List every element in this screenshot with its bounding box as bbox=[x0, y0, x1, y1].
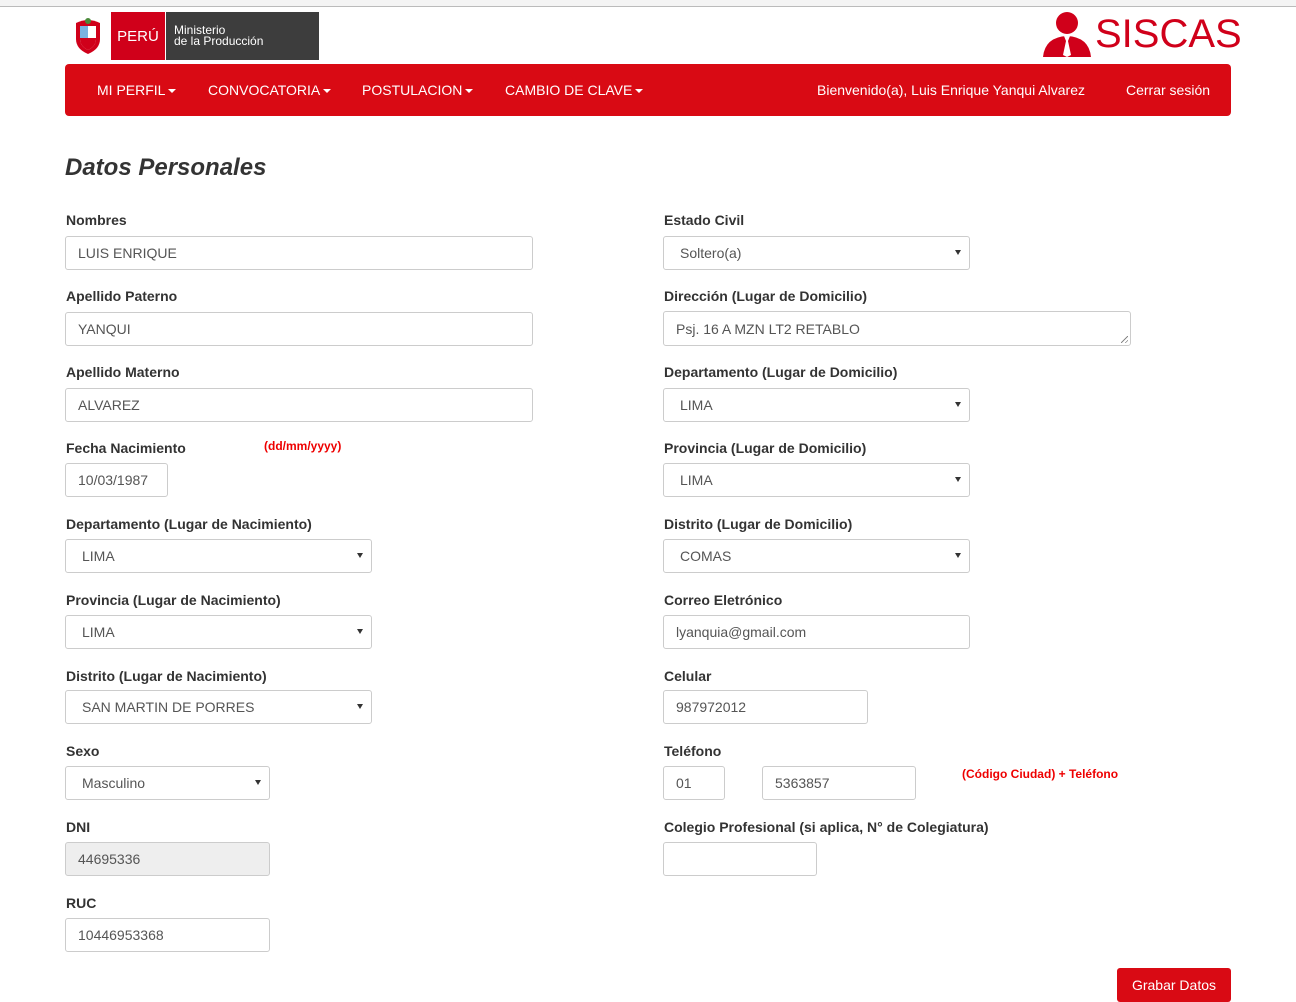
celular-input[interactable]: 987972012 bbox=[663, 690, 868, 724]
prov-nacimiento-value: LIMA bbox=[82, 624, 115, 640]
estado-civil-label: Estado Civil bbox=[664, 212, 745, 228]
telefono-format-hint: (Código Ciudad) + Teléfono bbox=[962, 767, 1119, 781]
ruc-label: RUC bbox=[66, 895, 97, 911]
celular-label: Celular bbox=[664, 668, 712, 684]
apellido-paterno-label: Apellido Paterno bbox=[66, 288, 178, 304]
telefono-number-input[interactable]: 5363857 bbox=[762, 766, 916, 800]
dep-nacimiento-select[interactable]: LIMA bbox=[65, 539, 372, 573]
correo-input[interactable]: lyanquia@gmail.com bbox=[663, 615, 970, 649]
siscas-title: SISCAS bbox=[1095, 11, 1242, 56]
direccion-textarea[interactable]: Psj. 16 A MZN LT2 RETABLO bbox=[663, 311, 1131, 346]
main-navbar: MI PERFIL CONVOCATORIA POSTULACION CAMBI… bbox=[65, 64, 1231, 116]
prov-domicilio-label: Provincia (Lugar de Domicilio) bbox=[664, 440, 867, 456]
dropdown-arrow-icon bbox=[357, 553, 363, 558]
user-silhouette-icon bbox=[1043, 12, 1091, 57]
prov-nacimiento-select[interactable]: LIMA bbox=[65, 615, 372, 649]
dist-domicilio-select[interactable]: COMAS bbox=[663, 539, 970, 573]
nav-cambio-de-clave-label: CAMBIO DE CLAVE bbox=[505, 82, 633, 98]
dropdown-arrow-icon bbox=[357, 704, 363, 709]
dist-domicilio-label: Distrito (Lugar de Domicilio) bbox=[664, 516, 853, 532]
caret-down-icon bbox=[465, 89, 474, 94]
nombres-label: Nombres bbox=[66, 212, 127, 228]
siscas-logo[interactable]: SISCAS bbox=[1041, 8, 1242, 60]
dist-domicilio-value: COMAS bbox=[680, 548, 732, 564]
sexo-value: Masculino bbox=[82, 775, 146, 791]
fecha-format-hint: (dd/mm/yyyy) bbox=[264, 439, 342, 453]
nav-cambio-de-clave[interactable]: CAMBIO DE CLAVE bbox=[505, 82, 644, 98]
dep-nacimiento-value: LIMA bbox=[82, 548, 115, 564]
nav-mi-perfil-label: MI PERFIL bbox=[97, 82, 166, 98]
direccion-label: Dirección (Lugar de Domicilio) bbox=[664, 288, 868, 304]
ministry-logo[interactable]: PERÚ Ministerio de la Producción bbox=[65, 12, 319, 60]
fecha-nacimiento-label: Fecha Nacimiento bbox=[66, 440, 186, 456]
dep-nacimiento-label: Departamento (Lugar de Nacimiento) bbox=[66, 516, 312, 532]
resize-handle-icon[interactable] bbox=[1121, 336, 1128, 343]
page-title: Datos Personales bbox=[65, 154, 267, 181]
dep-domicilio-select[interactable]: LIMA bbox=[663, 388, 970, 422]
apellido-paterno-input[interactable]: YANQUI bbox=[65, 312, 533, 346]
nav-logout[interactable]: Cerrar sesión bbox=[1126, 82, 1210, 98]
dep-domicilio-label: Departamento (Lugar de Domicilio) bbox=[664, 364, 898, 380]
dep-domicilio-value: LIMA bbox=[680, 397, 713, 413]
nav-postulacion[interactable]: POSTULACION bbox=[362, 82, 474, 98]
estado-civil-select[interactable]: Soltero(a) bbox=[663, 236, 970, 270]
estado-civil-value: Soltero(a) bbox=[680, 245, 742, 261]
apellido-materno-input[interactable]: ALVAREZ bbox=[65, 388, 533, 422]
nav-convocatoria-label: CONVOCATORIA bbox=[208, 82, 321, 98]
telefono-code-input[interactable]: 01 bbox=[663, 766, 725, 800]
grabar-datos-button[interactable]: Grabar Datos bbox=[1117, 968, 1231, 1002]
telefono-label: Teléfono bbox=[664, 743, 722, 759]
dropdown-arrow-icon bbox=[955, 553, 961, 558]
ministry-name: Ministerio de la Producción bbox=[165, 12, 319, 60]
caret-down-icon bbox=[635, 89, 644, 94]
dropdown-arrow-icon bbox=[255, 780, 261, 785]
coat-of-arms-icon bbox=[65, 12, 111, 60]
ruc-input[interactable]: 10446953368 bbox=[65, 918, 270, 952]
nav-welcome[interactable]: Bienvenido(a), Luis Enrique Yanqui Alvar… bbox=[817, 82, 1085, 98]
peru-label: PERÚ bbox=[111, 12, 165, 60]
sexo-label: Sexo bbox=[66, 743, 100, 759]
dropdown-arrow-icon bbox=[357, 629, 363, 634]
dist-nacimiento-value: SAN MARTIN DE PORRES bbox=[82, 699, 255, 715]
dropdown-arrow-icon bbox=[955, 477, 961, 482]
dropdown-arrow-icon bbox=[955, 250, 961, 255]
dist-nacimiento-label: Distrito (Lugar de Nacimiento) bbox=[66, 668, 267, 684]
fecha-nacimiento-input[interactable]: 10/03/1987 bbox=[65, 463, 168, 497]
browser-top-border bbox=[0, 0, 1296, 7]
caret-down-icon bbox=[323, 89, 332, 94]
dropdown-arrow-icon bbox=[955, 402, 961, 407]
dni-input: 44695336 bbox=[65, 842, 270, 876]
direccion-value: Psj. 16 A MZN LT2 RETABLO bbox=[676, 320, 860, 337]
prov-domicilio-value: LIMA bbox=[680, 472, 713, 488]
nombres-input[interactable]: LUIS ENRIQUE bbox=[65, 236, 533, 270]
caret-down-icon bbox=[168, 89, 177, 94]
sexo-select[interactable]: Masculino bbox=[65, 766, 270, 800]
nav-convocatoria[interactable]: CONVOCATORIA bbox=[208, 82, 332, 98]
prov-nacimiento-label: Provincia (Lugar de Nacimiento) bbox=[66, 592, 281, 608]
nav-postulacion-label: POSTULACION bbox=[362, 82, 463, 98]
ministry-line-2: de la Producción bbox=[174, 34, 264, 48]
apellido-materno-label: Apellido Materno bbox=[66, 364, 180, 380]
colegio-label: Colegio Profesional (si aplica, N° de Co… bbox=[664, 819, 989, 835]
prov-domicilio-select[interactable]: LIMA bbox=[663, 463, 970, 497]
nav-mi-perfil[interactable]: MI PERFIL bbox=[97, 82, 177, 98]
correo-label: Correo Eletrónico bbox=[664, 592, 783, 608]
colegio-input[interactable] bbox=[663, 842, 817, 876]
dist-nacimiento-select[interactable]: SAN MARTIN DE PORRES bbox=[65, 690, 372, 724]
dni-label: DNI bbox=[66, 819, 91, 835]
